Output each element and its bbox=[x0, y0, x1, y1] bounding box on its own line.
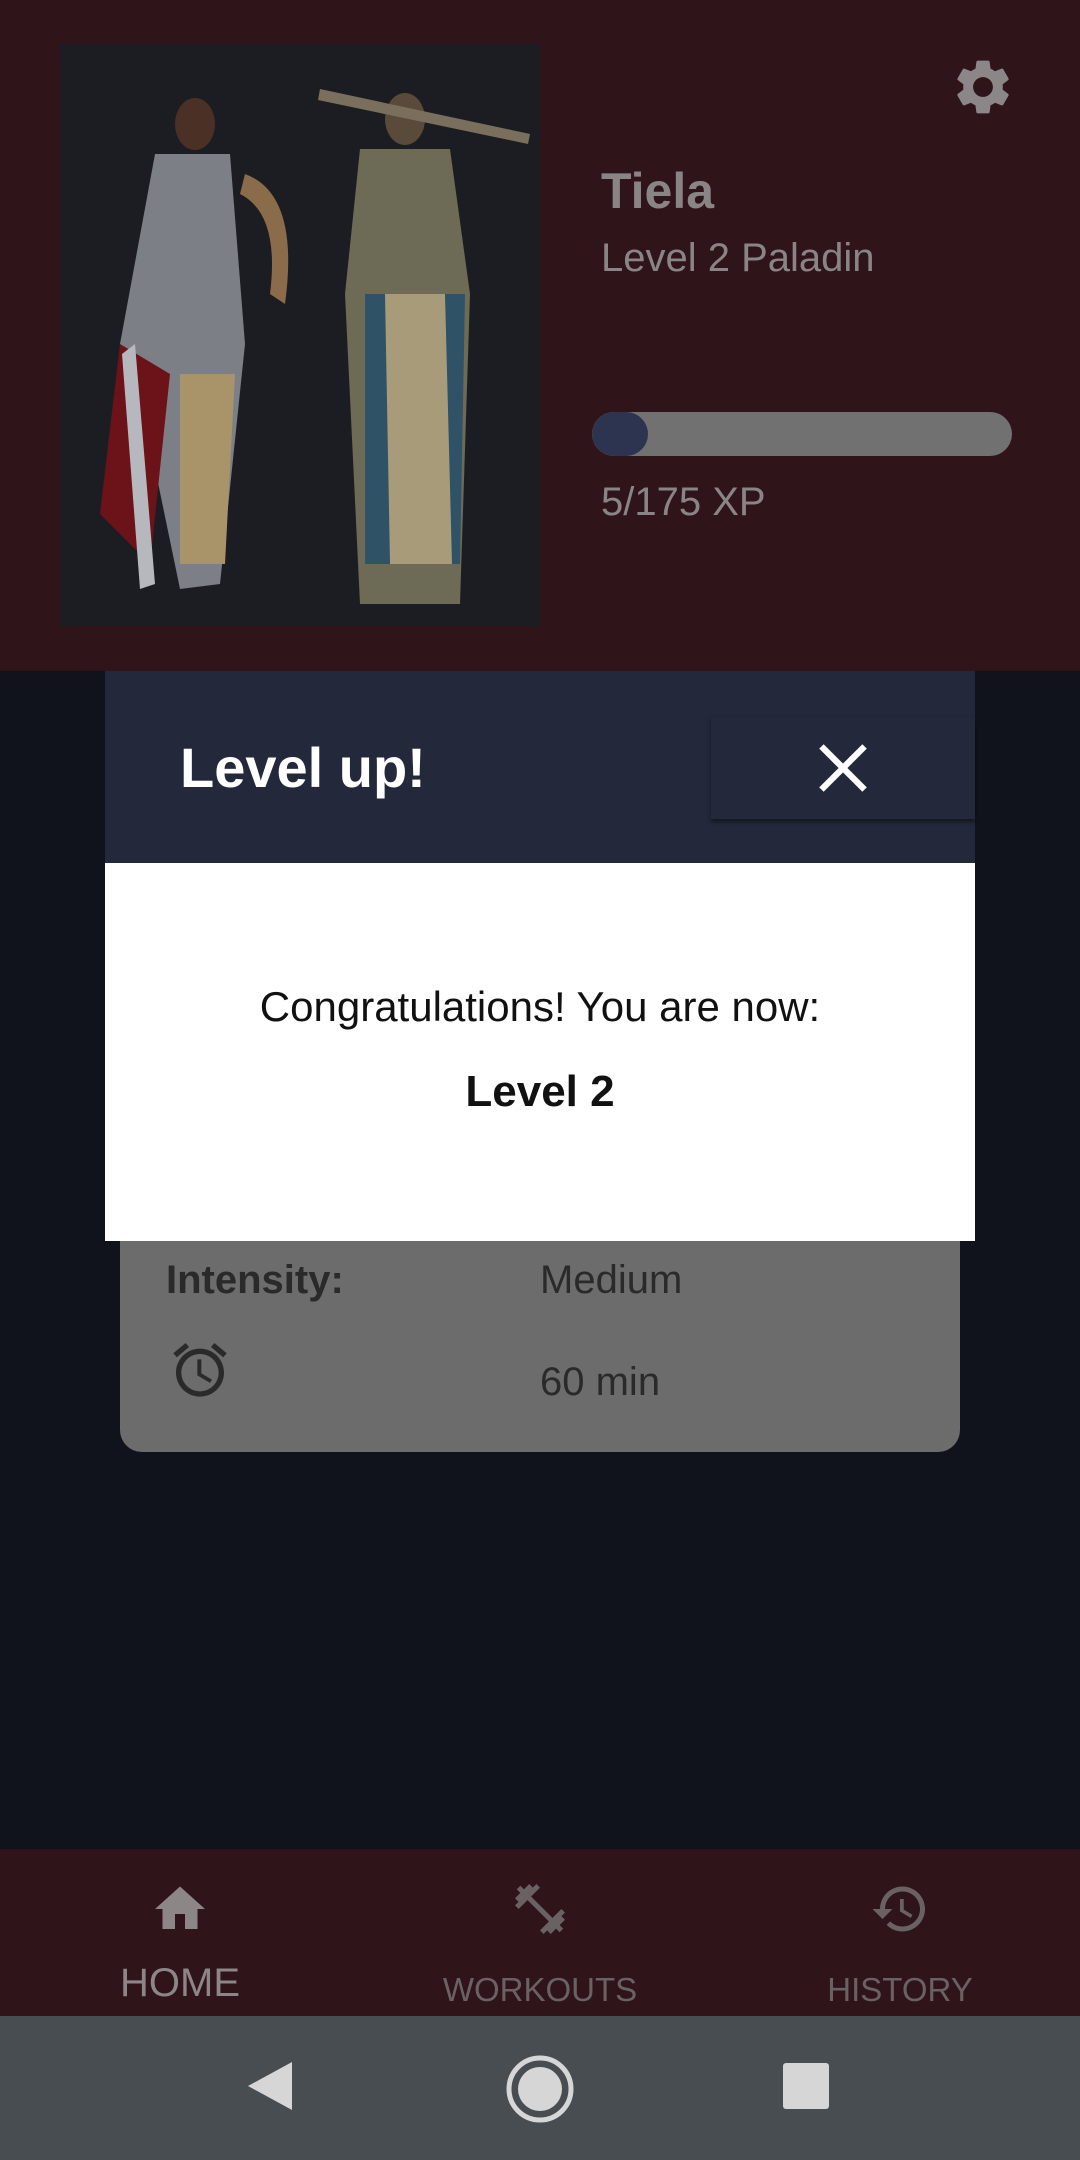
dumbbell-icon bbox=[515, 1884, 565, 1934]
tab-history[interactable]: HISTORY bbox=[720, 1849, 1080, 2016]
system-navigation-bar bbox=[0, 2016, 1080, 2160]
character-class: Level 2 Paladin bbox=[601, 236, 875, 280]
character-portrait bbox=[60, 44, 540, 626]
tab-history-label: HISTORY bbox=[827, 1971, 973, 2008]
duration-value: 60 min bbox=[540, 1360, 661, 1404]
home-icon bbox=[155, 1886, 205, 1929]
gear-icon[interactable] bbox=[950, 54, 1016, 120]
tab-home-label: HOME bbox=[120, 1961, 240, 2005]
intensity-value: Medium bbox=[540, 1258, 683, 1302]
character-name: Tiela bbox=[601, 163, 715, 219]
recents-square-icon[interactable] bbox=[783, 2063, 829, 2109]
congratulations-message: Congratulations! You are now: bbox=[259, 983, 821, 1030]
intensity-label: Intensity: bbox=[166, 1258, 344, 1302]
new-level-text: Level 2 bbox=[465, 1067, 615, 1116]
character-header: Tiela Level 2 Paladin 5/175 XP bbox=[0, 0, 1080, 671]
close-icon bbox=[819, 744, 867, 792]
history-icon bbox=[872, 1886, 925, 1932]
home-circle-icon[interactable] bbox=[505, 2054, 575, 2124]
close-button[interactable] bbox=[711, 717, 975, 819]
xp-progress-bar bbox=[592, 412, 1012, 456]
tab-home[interactable]: HOME bbox=[0, 1849, 360, 2016]
dialog-title: Level up! bbox=[180, 736, 426, 799]
level-up-dialog-body: Congratulations! You are now: Level 2 bbox=[105, 863, 975, 1241]
tab-workouts-label: WORKOUTS bbox=[442, 1971, 638, 2008]
xp-text: 5/175 XP bbox=[601, 480, 766, 524]
xp-progress-fill bbox=[592, 412, 648, 456]
bottom-tab-bar: HOME WORKOUTS HISTORY bbox=[0, 1849, 1080, 2016]
back-triangle-icon[interactable] bbox=[244, 2058, 294, 2114]
level-up-dialog-header: Level up! bbox=[105, 671, 975, 863]
alarm-clock-icon bbox=[168, 1338, 232, 1402]
tab-workouts[interactable]: WORKOUTS bbox=[360, 1849, 720, 2016]
